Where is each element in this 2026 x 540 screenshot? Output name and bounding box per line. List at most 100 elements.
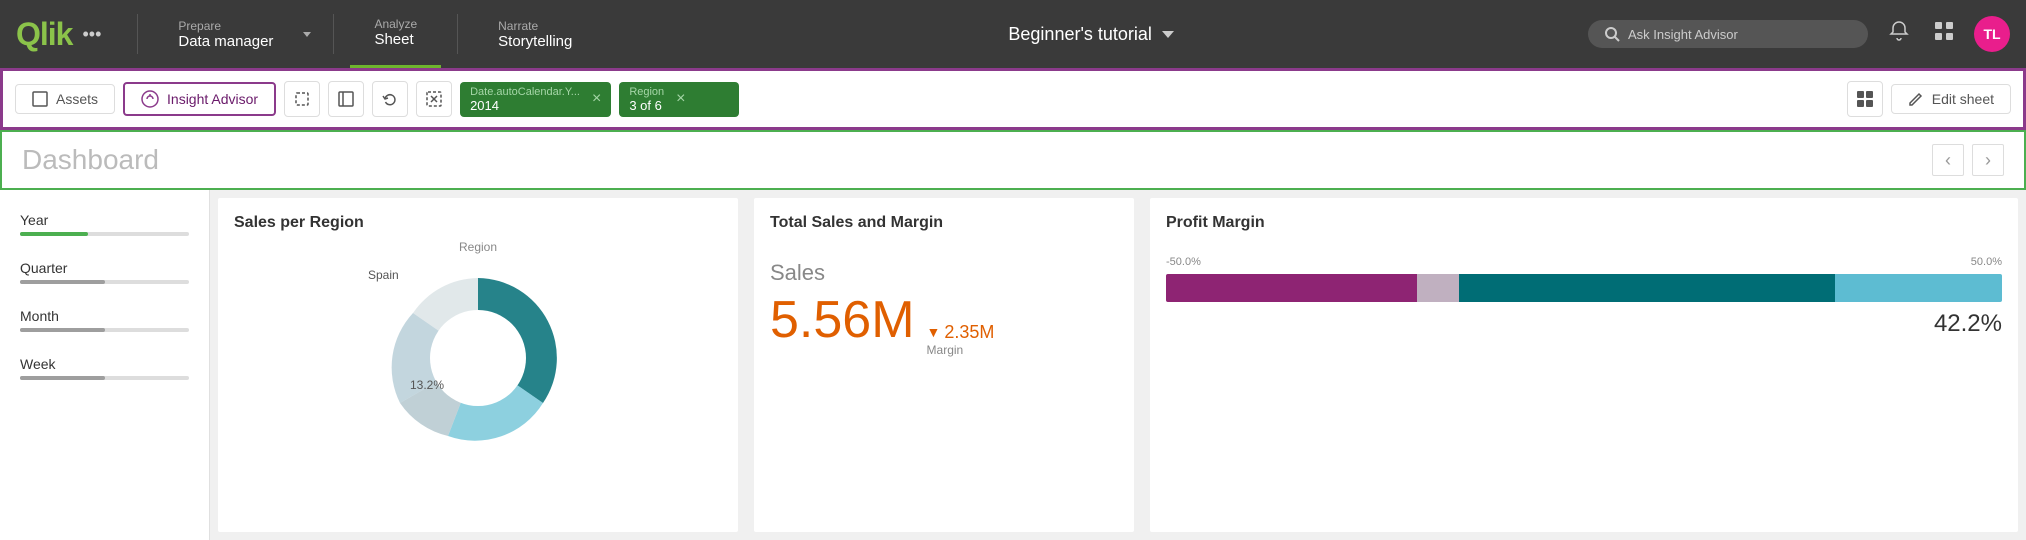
nav-analyze[interactable]: Analyze Sheet [350, 0, 441, 68]
filter-year-label: Year [20, 212, 189, 228]
filter-chip-date[interactable]: Date.autoCalendar.Y... 2014 × [460, 82, 611, 117]
assets-icon [32, 91, 48, 107]
bar-segment-1 [1166, 274, 1417, 302]
donut-chart: Spain [358, 258, 598, 458]
margin-section: ▼ 2.35M Margin [927, 322, 995, 357]
filter-month-label: Month [20, 308, 189, 324]
profit-margin-panel: Profit Margin -50.0% 50.0% 42.2% [1150, 198, 2018, 532]
profit-scale: -50.0% 50.0% [1166, 256, 2002, 268]
margin-arrow: ▼ [927, 324, 941, 340]
more-menu-icon[interactable]: ••• [82, 24, 101, 45]
nav-center: Beginner's tutorial [596, 24, 1588, 45]
qlik-logo: Qlik [16, 16, 72, 53]
filter-quarter[interactable]: Quarter [12, 250, 197, 294]
nav-narrate-bottom: Storytelling [498, 33, 572, 50]
nav-narrate[interactable]: Narrate Storytelling [474, 0, 596, 68]
profit-margin-content: -50.0% 50.0% 42.2% [1166, 256, 2002, 338]
top-navigation: Qlik ••• Prepare Data manager Analyze Sh… [0, 0, 2026, 68]
filter-month-bar [20, 328, 189, 332]
logo-area[interactable]: Qlik ••• [16, 16, 101, 53]
filter-chip-region[interactable]: Region 3 of 6 × [619, 82, 739, 117]
nav-prepare-bottom: Data manager [178, 33, 273, 50]
filter-chip-region-content: Region 3 of 6 [629, 86, 664, 113]
nav-prepare[interactable]: Prepare Data manager [154, 0, 297, 68]
filter-undo-icon[interactable] [372, 81, 408, 117]
bar-segment-3 [1459, 274, 1835, 302]
prev-arrow[interactable]: ‹ [1932, 144, 1964, 176]
profit-pct: 42.2% [1166, 310, 2002, 338]
dashboard-title-bar: Dashboard ‹ › [0, 130, 2026, 190]
donut-chart-container: Region Spain [234, 240, 722, 516]
search-icon [1604, 26, 1620, 42]
profit-margin-title: Profit Margin [1166, 214, 2002, 232]
donut-svg [358, 258, 598, 458]
filter-quarter-bar [20, 280, 189, 284]
total-sales-title: Total Sales and Margin [770, 214, 1118, 232]
filter-chip-date-label: Date.autoCalendar.Y... [470, 86, 580, 98]
filter-week-fill [20, 376, 105, 380]
insight-advisor-button[interactable]: Insight Advisor [123, 82, 276, 116]
filter-chip-region-value: 3 of 6 [629, 98, 664, 113]
filter-chip-date-close[interactable]: × [592, 90, 601, 108]
filter-year[interactable]: Year [12, 202, 197, 246]
filter-chip-region-label: Region [629, 86, 664, 98]
scale-left: -50.0% [1166, 256, 1201, 268]
app-title[interactable]: Beginner's tutorial [1008, 24, 1176, 45]
filter-year-bar [20, 232, 189, 236]
prepare-dropdown-arrow[interactable] [297, 0, 317, 68]
chart-area: Sales per Region Region Spain [210, 190, 2026, 540]
next-arrow[interactable]: › [1972, 144, 2004, 176]
nav-analyze-top: Analyze [374, 17, 417, 31]
nav-right: Ask Insight Advisor TL [1588, 16, 2010, 52]
nav-separator-3 [457, 14, 458, 54]
sales-label: Sales [770, 260, 1118, 286]
search-bar[interactable]: Ask Insight Advisor [1588, 20, 1868, 48]
filter-clear-icon[interactable] [416, 81, 452, 117]
bar-segment-2 [1417, 274, 1459, 302]
insight-advisor-icon [141, 90, 159, 108]
filter-month[interactable]: Month [12, 298, 197, 342]
assets-button[interactable]: Assets [15, 84, 115, 114]
edit-icon [1908, 91, 1924, 107]
grid-icon[interactable] [1930, 17, 1958, 51]
filter-bar: Assets Insight Advisor [0, 68, 2026, 130]
bar-segment-4 [1835, 274, 2002, 302]
sales-row: 5.56M ▼ 2.35M Margin [770, 290, 1118, 357]
filter-chip-date-content: Date.autoCalendar.Y... 2014 [470, 86, 580, 113]
notifications-icon[interactable] [1884, 16, 1914, 52]
filter-year-fill [20, 232, 88, 236]
filter-box-icon[interactable] [328, 81, 364, 117]
nav-separator [137, 14, 138, 54]
insight-advisor-label: Insight Advisor [167, 91, 258, 107]
total-sales-panel: Total Sales and Margin Sales 5.56M ▼ 2.3… [754, 198, 1134, 532]
profit-bar [1166, 274, 2002, 302]
dashboard-nav-arrows: ‹ › [1932, 144, 2004, 176]
pct-annotation: 13.2% [410, 378, 444, 392]
sales-region-title: Sales per Region [234, 214, 722, 232]
spain-annotation: Spain [368, 268, 399, 282]
margin-label: Margin [927, 343, 995, 357]
filter-month-fill [20, 328, 105, 332]
dashboard-title: Dashboard [22, 144, 1932, 176]
donut-legend-label: Region [459, 240, 497, 254]
filter-week[interactable]: Week [12, 346, 197, 390]
nav-analyze-bottom: Sheet [374, 31, 417, 48]
filter-week-label: Week [20, 356, 189, 372]
sales-region-panel: Sales per Region Region Spain [218, 198, 738, 532]
filter-week-bar [20, 376, 189, 380]
user-avatar[interactable]: TL [1974, 16, 2010, 52]
grid-view-icon[interactable] [1847, 81, 1883, 117]
app-title-text: Beginner's tutorial [1008, 24, 1152, 45]
left-filter-panel: Year Quarter Month Week [0, 190, 210, 540]
nav-prepare-top: Prepare [178, 19, 273, 33]
search-placeholder: Ask Insight Advisor [1628, 27, 1738, 42]
pct-bottom-annotation: 54.5% [458, 326, 492, 340]
filter-chip-region-close[interactable]: × [676, 90, 685, 108]
edit-sheet-label: Edit sheet [1932, 91, 1994, 107]
filter-lasso-icon[interactable] [284, 81, 320, 117]
edit-sheet-button[interactable]: Edit sheet [1891, 84, 2011, 114]
filter-quarter-fill [20, 280, 105, 284]
margin-value-row: ▼ 2.35M [927, 322, 995, 343]
sales-value: 5.56M [770, 290, 915, 350]
view-buttons [1847, 81, 1883, 117]
